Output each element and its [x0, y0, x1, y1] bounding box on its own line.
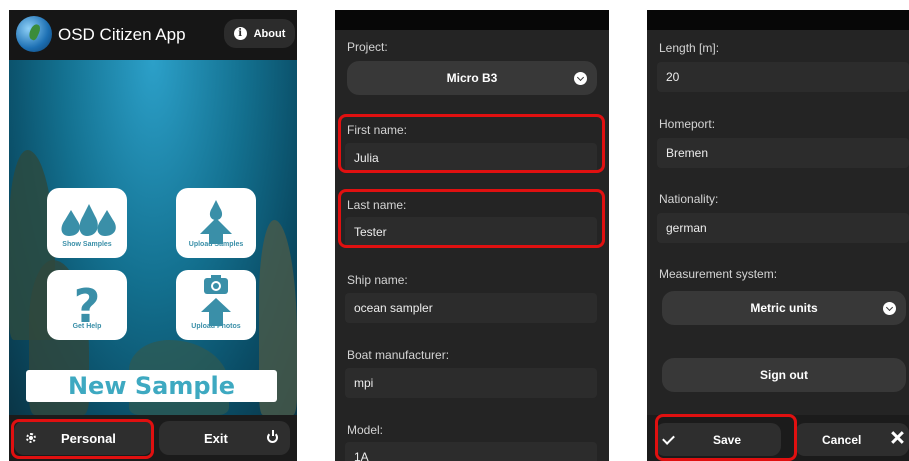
length-field[interactable]: 20 — [657, 62, 909, 92]
project-label: Project: — [347, 40, 388, 54]
chevron-down-icon — [574, 72, 587, 85]
project-select[interactable]: Micro B3 — [347, 61, 597, 95]
app-header: OSD Citizen App i About — [9, 10, 297, 60]
ship-name-label: Ship name: — [347, 273, 408, 287]
boat-manufacturer-field[interactable]: mpi — [345, 368, 597, 398]
get-help-tile[interactable]: ? Get Help — [47, 270, 127, 340]
model-field[interactable]: 1A — [345, 442, 597, 461]
about-button[interactable]: i About — [224, 19, 295, 48]
show-samples-label: Show Samples — [62, 241, 112, 248]
cancel-label: Cancel — [822, 433, 862, 447]
length-label: Length [m]: — [659, 41, 720, 55]
status-bar — [647, 10, 909, 30]
status-bar — [335, 10, 609, 30]
highlight-personal-button — [11, 419, 154, 459]
exit-label: Exit — [204, 431, 228, 446]
chevron-down-icon — [883, 302, 896, 315]
info-icon: i — [233, 27, 247, 40]
exit-button[interactable]: Exit — [159, 421, 290, 455]
upload-samples-label: Upload Samples — [188, 241, 244, 248]
app-title: OSD Citizen App — [58, 25, 186, 44]
homeport-field[interactable]: Bremen — [657, 138, 909, 168]
model-label: Model: — [347, 423, 384, 437]
highlight-save-button — [655, 414, 797, 461]
home-screen: OSD Citizen App i About Show Samples Upl… — [9, 10, 297, 461]
get-help-label: Get Help — [72, 323, 102, 330]
upload-photos-label: Upload Photos — [191, 323, 241, 330]
ship-name-field[interactable]: ocean sampler — [345, 293, 597, 323]
cancel-button[interactable]: Cancel — [795, 423, 909, 456]
globe-logo-icon — [16, 16, 52, 52]
show-samples-tile[interactable]: Show Samples — [47, 188, 127, 258]
nationality-label: Nationality: — [659, 192, 719, 206]
boat-manufacturer-label: Boat manufacturer: — [347, 348, 450, 362]
highlight-first-name — [338, 114, 605, 173]
about-label: About — [253, 27, 286, 40]
sign-out-button[interactable]: Sign out — [662, 358, 906, 392]
measurement-selected-value: Metric units — [750, 301, 818, 315]
project-selected-value: Micro B3 — [446, 71, 498, 85]
nationality-field[interactable]: german — [657, 213, 909, 243]
highlight-last-name — [338, 189, 605, 248]
settings-form-screen: Length [m]: 20 Homeport: Bremen National… — [647, 10, 909, 461]
upload-samples-tile[interactable]: Upload Samples — [176, 188, 256, 258]
homeport-label: Homeport: — [659, 117, 716, 131]
upload-photos-tile[interactable]: Upload Photos — [176, 270, 256, 340]
measurement-system-label: Measurement system: — [659, 267, 778, 281]
measurement-system-select[interactable]: Metric units — [662, 291, 906, 325]
new-sample-button[interactable]: New Sample — [26, 370, 277, 402]
close-icon — [891, 431, 903, 443]
personal-form-screen: Project: Micro B3 First name: Julia Last… — [335, 10, 609, 461]
power-icon — [267, 430, 278, 443]
